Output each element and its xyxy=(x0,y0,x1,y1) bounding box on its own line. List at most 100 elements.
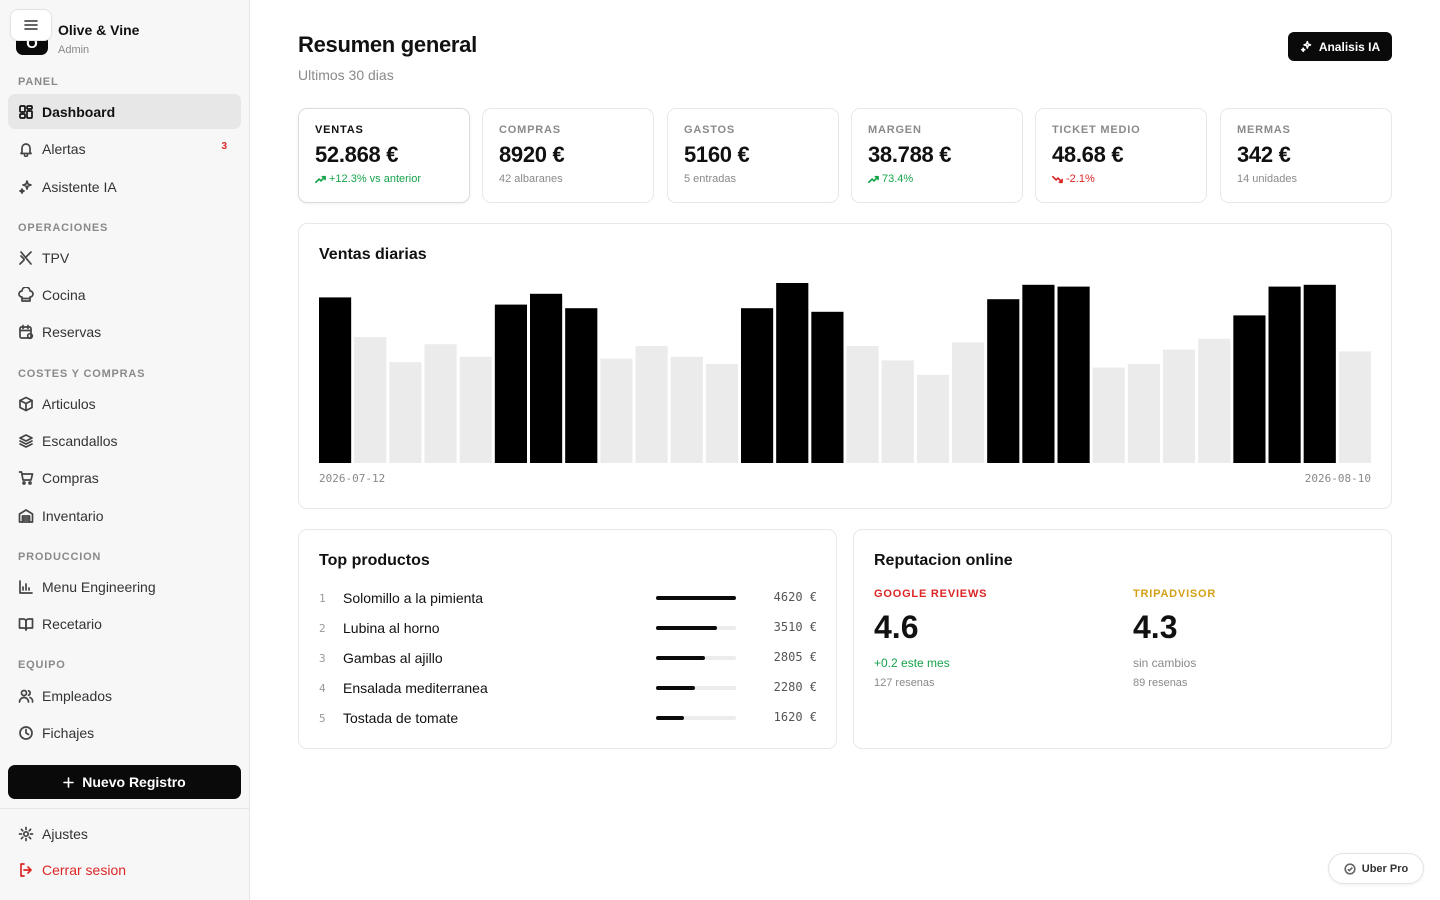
ai-analysis-button[interactable]: Analisis IA xyxy=(1288,32,1392,61)
sales-bar[interactable] xyxy=(389,362,422,463)
product-row[interactable]: 4 Ensalada mediterranea 2280 € xyxy=(319,678,817,698)
sales-bar[interactable] xyxy=(987,299,1020,463)
sidebar-divider xyxy=(0,808,249,809)
sales-bar[interactable] xyxy=(635,346,668,463)
sales-bar[interactable] xyxy=(1057,286,1090,463)
sales-bar[interactable] xyxy=(530,293,563,463)
product-share-fill xyxy=(656,686,696,690)
sales-bar[interactable] xyxy=(705,364,738,463)
clock-icon xyxy=(18,725,34,741)
kpi-value: 342 € xyxy=(1237,142,1291,167)
sidebar-item-escandallos[interactable]: Escandallos xyxy=(8,423,241,458)
nav-section-panel: PANEL xyxy=(18,76,59,88)
sales-bar[interactable] xyxy=(1338,351,1371,463)
sales-bar[interactable] xyxy=(424,344,457,463)
sales-bar[interactable] xyxy=(846,346,879,463)
uber-pro-icon xyxy=(1344,862,1356,875)
product-revenue: 1620 € xyxy=(773,710,817,724)
sidebar-item-ajustes[interactable]: Ajustes xyxy=(8,816,241,851)
sales-bar[interactable] xyxy=(1163,349,1196,463)
kpi-value: 52.868 € xyxy=(315,142,399,167)
kpi-subtext: 42 albaranes xyxy=(499,173,563,185)
sales-bar[interactable] xyxy=(565,308,598,463)
sales-bar[interactable] xyxy=(670,356,703,463)
product-name: Lubina al horno xyxy=(343,620,440,636)
page-title: Resumen general xyxy=(298,32,477,57)
sales-bar[interactable] xyxy=(354,337,387,463)
kpi-card-ticket-medio[interactable]: TICKET MEDIO 48.68 € -2.1% xyxy=(1035,108,1207,203)
sales-bar[interactable] xyxy=(1198,338,1231,463)
cart-icon xyxy=(18,470,34,486)
sidebar-item-tpv[interactable]: TPV xyxy=(8,240,241,275)
box-icon xyxy=(18,396,34,412)
kpi-subtext-label: +12.3% vs anterior xyxy=(329,173,422,185)
sidebar-item-recetario[interactable]: Recetario xyxy=(8,606,241,641)
kpi-subtext: +12.3% vs anterior xyxy=(315,173,453,185)
sidebar-item-empleados[interactable]: Empleados xyxy=(8,678,241,713)
sales-bar[interactable] xyxy=(916,374,949,463)
x-axis-end-label: 2026-08-10 xyxy=(1304,472,1371,485)
google-reviews-block[interactable]: GOOGLE REVIEWS 4.6 +0.2 este mes 127 res… xyxy=(874,588,987,689)
tripadvisor-score: 4.3 xyxy=(1133,609,1178,645)
product-row[interactable]: 1 Solomillo a la pimienta 4620 € xyxy=(319,588,817,608)
menu-toggle-button[interactable] xyxy=(10,9,52,41)
sidebar-item-reservas[interactable]: Reservas xyxy=(8,314,241,349)
kpi-card-ventas[interactable]: VENTAS 52.868 € +12.3% vs anterior xyxy=(298,108,470,203)
sales-bar[interactable] xyxy=(1268,286,1301,463)
sales-bar[interactable] xyxy=(741,308,774,463)
sidebar-item-cocina[interactable]: Cocina xyxy=(8,277,241,312)
utensils-icon xyxy=(18,250,34,266)
sales-bar[interactable] xyxy=(319,297,352,463)
sales-bar[interactable] xyxy=(1233,315,1266,463)
nav-section-equipo: EQUIPO xyxy=(18,659,66,671)
product-rank: 5 xyxy=(319,711,326,725)
logout-label: Cerrar sesion xyxy=(42,861,127,878)
product-share-fill xyxy=(656,596,736,600)
page-subtitle: Ultimos 30 dias xyxy=(298,67,394,83)
kpi-value: 5160 € xyxy=(684,142,750,167)
sidebar-item-articulos[interactable]: Articulos xyxy=(8,386,241,421)
sales-bar[interactable] xyxy=(776,283,809,463)
product-row[interactable]: 3 Gambas al ajillo 2805 € xyxy=(319,648,817,668)
sales-bar[interactable] xyxy=(494,304,527,463)
sales-bar[interactable] xyxy=(811,311,844,463)
sales-bar[interactable] xyxy=(1092,367,1125,463)
brand-name: Olive & Vine xyxy=(58,22,140,38)
new-record-button[interactable]: Nuevo Registro xyxy=(8,765,241,799)
product-name: Tostada de tomate xyxy=(343,710,459,726)
bar-chart-icon xyxy=(18,579,34,595)
sales-bar[interactable] xyxy=(600,358,633,463)
sidebar-item-inventario[interactable]: Inventario xyxy=(8,498,241,533)
sales-bar[interactable] xyxy=(1022,284,1055,463)
product-share-bar xyxy=(656,596,736,600)
product-row[interactable]: 5 Tostada de tomate 1620 € xyxy=(319,708,817,728)
kpi-card-gastos[interactable]: GASTOS 5160 € 5 entradas xyxy=(667,108,839,203)
sidebar-item-asistente-ia[interactable]: Asistente IA xyxy=(8,169,241,204)
sales-bar[interactable] xyxy=(459,356,492,463)
kpi-card-compras[interactable]: COMPRAS 8920 € 42 albaranes xyxy=(482,108,654,203)
google-score: 4.6 xyxy=(874,609,919,645)
tripadvisor-block[interactable]: TRIPADVISOR 4.3 sin cambios 89 resenas xyxy=(1133,588,1216,689)
sales-bar[interactable] xyxy=(1303,284,1336,463)
kpi-subtext: 73.4% xyxy=(868,173,1006,185)
sidebar-item-alertas[interactable]: Alertas 3 xyxy=(8,131,241,166)
kpi-card-margen[interactable]: MARGEN 38.788 € 73.4% xyxy=(851,108,1023,203)
logout-icon xyxy=(18,862,34,878)
sales-bar[interactable] xyxy=(1127,364,1160,463)
kpi-label: MERMAS xyxy=(1237,124,1291,136)
sidebar-item-dashboard[interactable]: Dashboard xyxy=(8,94,241,129)
sidebar-item-fichajes[interactable]: Fichajes xyxy=(8,715,241,750)
sidebar-item-compras[interactable]: Compras xyxy=(8,460,241,495)
product-share-fill xyxy=(656,716,684,720)
product-row[interactable]: 2 Lubina al horno 3510 € xyxy=(319,618,817,638)
uber-pro-button[interactable]: Uber Pro xyxy=(1328,853,1424,884)
kpi-label: MARGEN xyxy=(868,124,922,136)
logout-button[interactable]: Cerrar sesion xyxy=(8,852,241,887)
sales-bar[interactable] xyxy=(881,360,914,463)
sales-bar[interactable] xyxy=(952,342,985,463)
kpi-card-mermas[interactable]: MERMAS 342 € 14 unidades xyxy=(1220,108,1392,203)
sidebar-item-label: Inventario xyxy=(42,507,104,524)
trend-up-icon xyxy=(868,175,879,183)
sidebar-item-menu-engineering[interactable]: Menu Engineering xyxy=(8,569,241,604)
google-reviews-label: GOOGLE REVIEWS xyxy=(874,588,988,600)
